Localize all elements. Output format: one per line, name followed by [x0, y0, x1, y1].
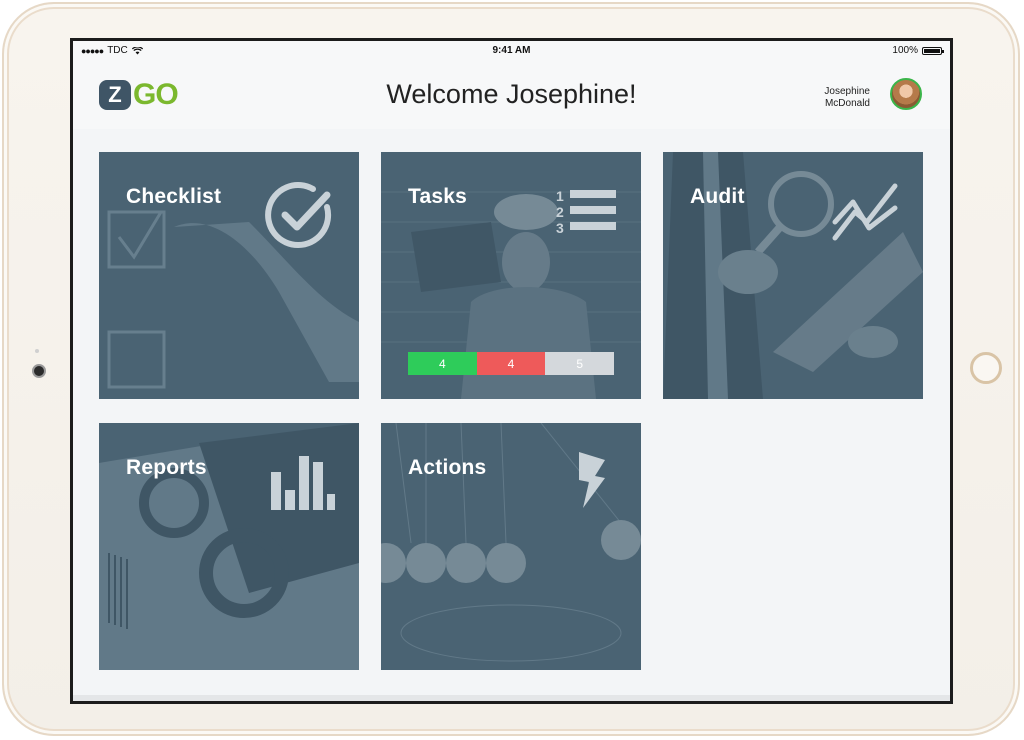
status-right: 100% — [892, 45, 944, 56]
counter-green[interactable]: 4 — [408, 352, 477, 375]
tile-actions[interactable]: Actions — [381, 423, 641, 670]
sensor-dot — [35, 349, 39, 353]
screen-bottom-bar — [73, 695, 950, 701]
lightning-icon — [579, 452, 605, 508]
user-name[interactable]: Josephine McDonald — [824, 86, 870, 110]
user-last-name: McDonald — [824, 98, 870, 109]
counter-red[interactable]: 4 — [476, 352, 546, 375]
tile-reports-label: Reports — [126, 456, 207, 479]
battery-label: 100% — [892, 45, 918, 56]
tile-tasks-label: Tasks — [408, 185, 467, 208]
task-counters: 4 4 5 — [408, 352, 615, 375]
svg-text:1: 1 — [556, 188, 564, 204]
tile-audit-label: Audit — [690, 185, 745, 208]
svg-text:3: 3 — [556, 220, 564, 236]
trend-chart-icon — [832, 183, 898, 241]
battery-icon — [922, 46, 944, 55]
app-header: Z GO Welcome Josephine! Josephine McDona… — [73, 61, 950, 129]
screen: ●●●●● TDC 9:41 AM 100% Z GO Welcome Jose… — [70, 38, 953, 704]
tile-tasks[interactable]: Tasks 1 2 3 4 4 5 — [381, 152, 641, 399]
tile-audit[interactable]: Audit — [663, 152, 923, 399]
svg-text:2: 2 — [556, 204, 564, 220]
avatar[interactable] — [890, 78, 922, 110]
check-circle-icon — [265, 182, 332, 248]
numbered-list-icon: 1 2 3 — [556, 188, 616, 236]
welcome-title: Welcome Josephine! — [386, 79, 637, 109]
home-button[interactable] — [970, 352, 1002, 384]
tile-reports[interactable]: Reports — [99, 423, 359, 670]
status-time: 9:41 AM — [492, 45, 531, 56]
bar-chart-icon — [271, 456, 335, 510]
counter-grey[interactable]: 5 — [545, 352, 615, 375]
user-first-name: Josephine — [824, 86, 870, 97]
tile-checklist[interactable]: Checklist — [99, 152, 359, 399]
status-bar: ●●●●● TDC 9:41 AM 100% — [73, 41, 950, 61]
tile-actions-label: Actions — [408, 456, 487, 479]
tile-checklist-label: Checklist — [126, 185, 222, 208]
camera-icon — [32, 364, 46, 378]
